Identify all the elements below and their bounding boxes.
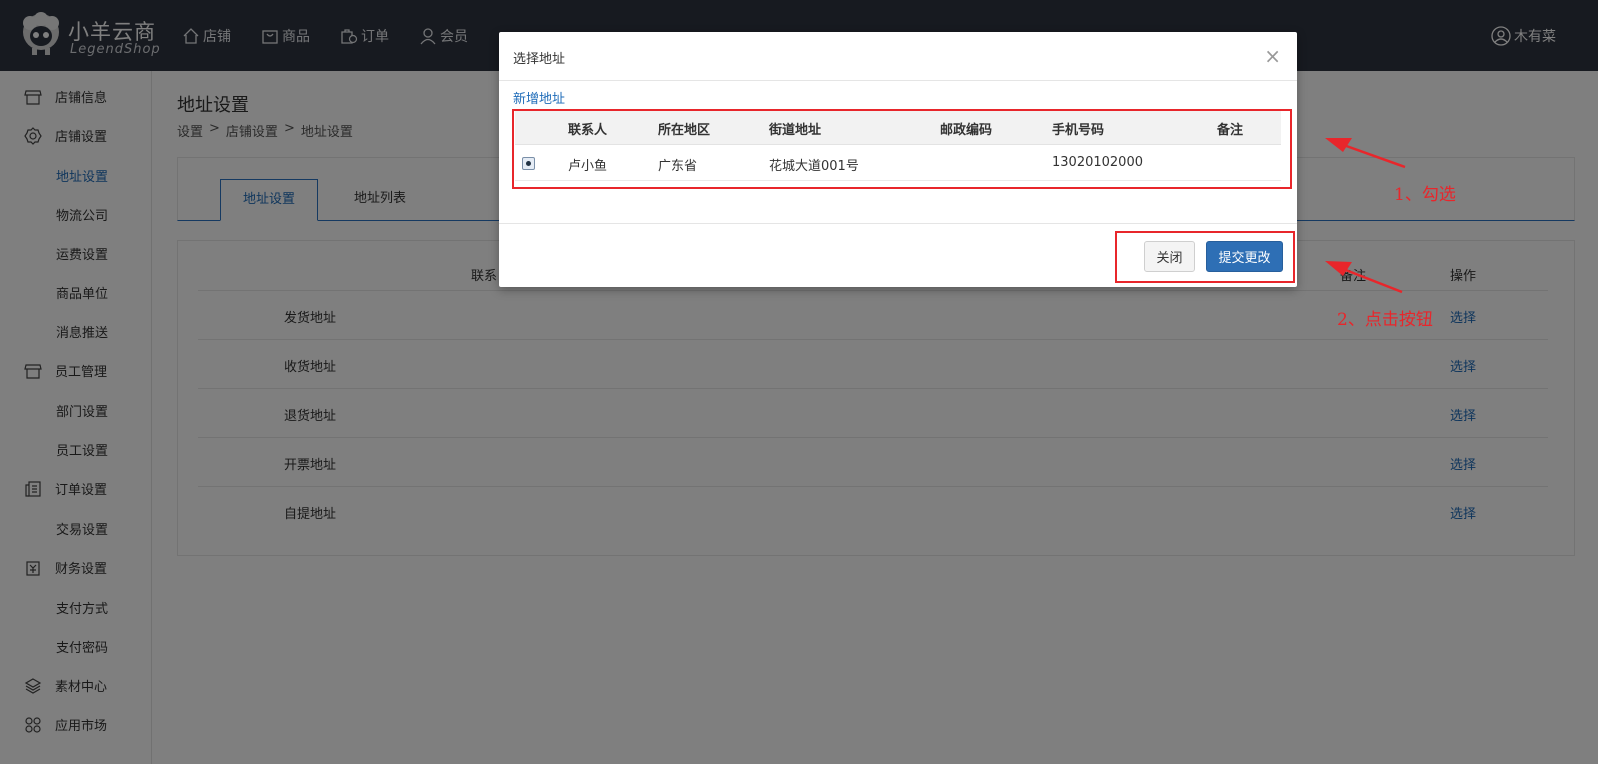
arrow-head-icon <box>1325 138 1352 152</box>
arrow-head-icon <box>1325 261 1352 276</box>
annotation-arrows <box>1325 138 1406 294</box>
annotation-step2: 2、点击按钮 <box>1337 310 1433 330</box>
annotation-step1: 1、勾选 <box>1394 185 1456 205</box>
annotation-arrow-1 <box>1337 141 1406 169</box>
annotation-arrow-2 <box>1337 265 1403 294</box>
